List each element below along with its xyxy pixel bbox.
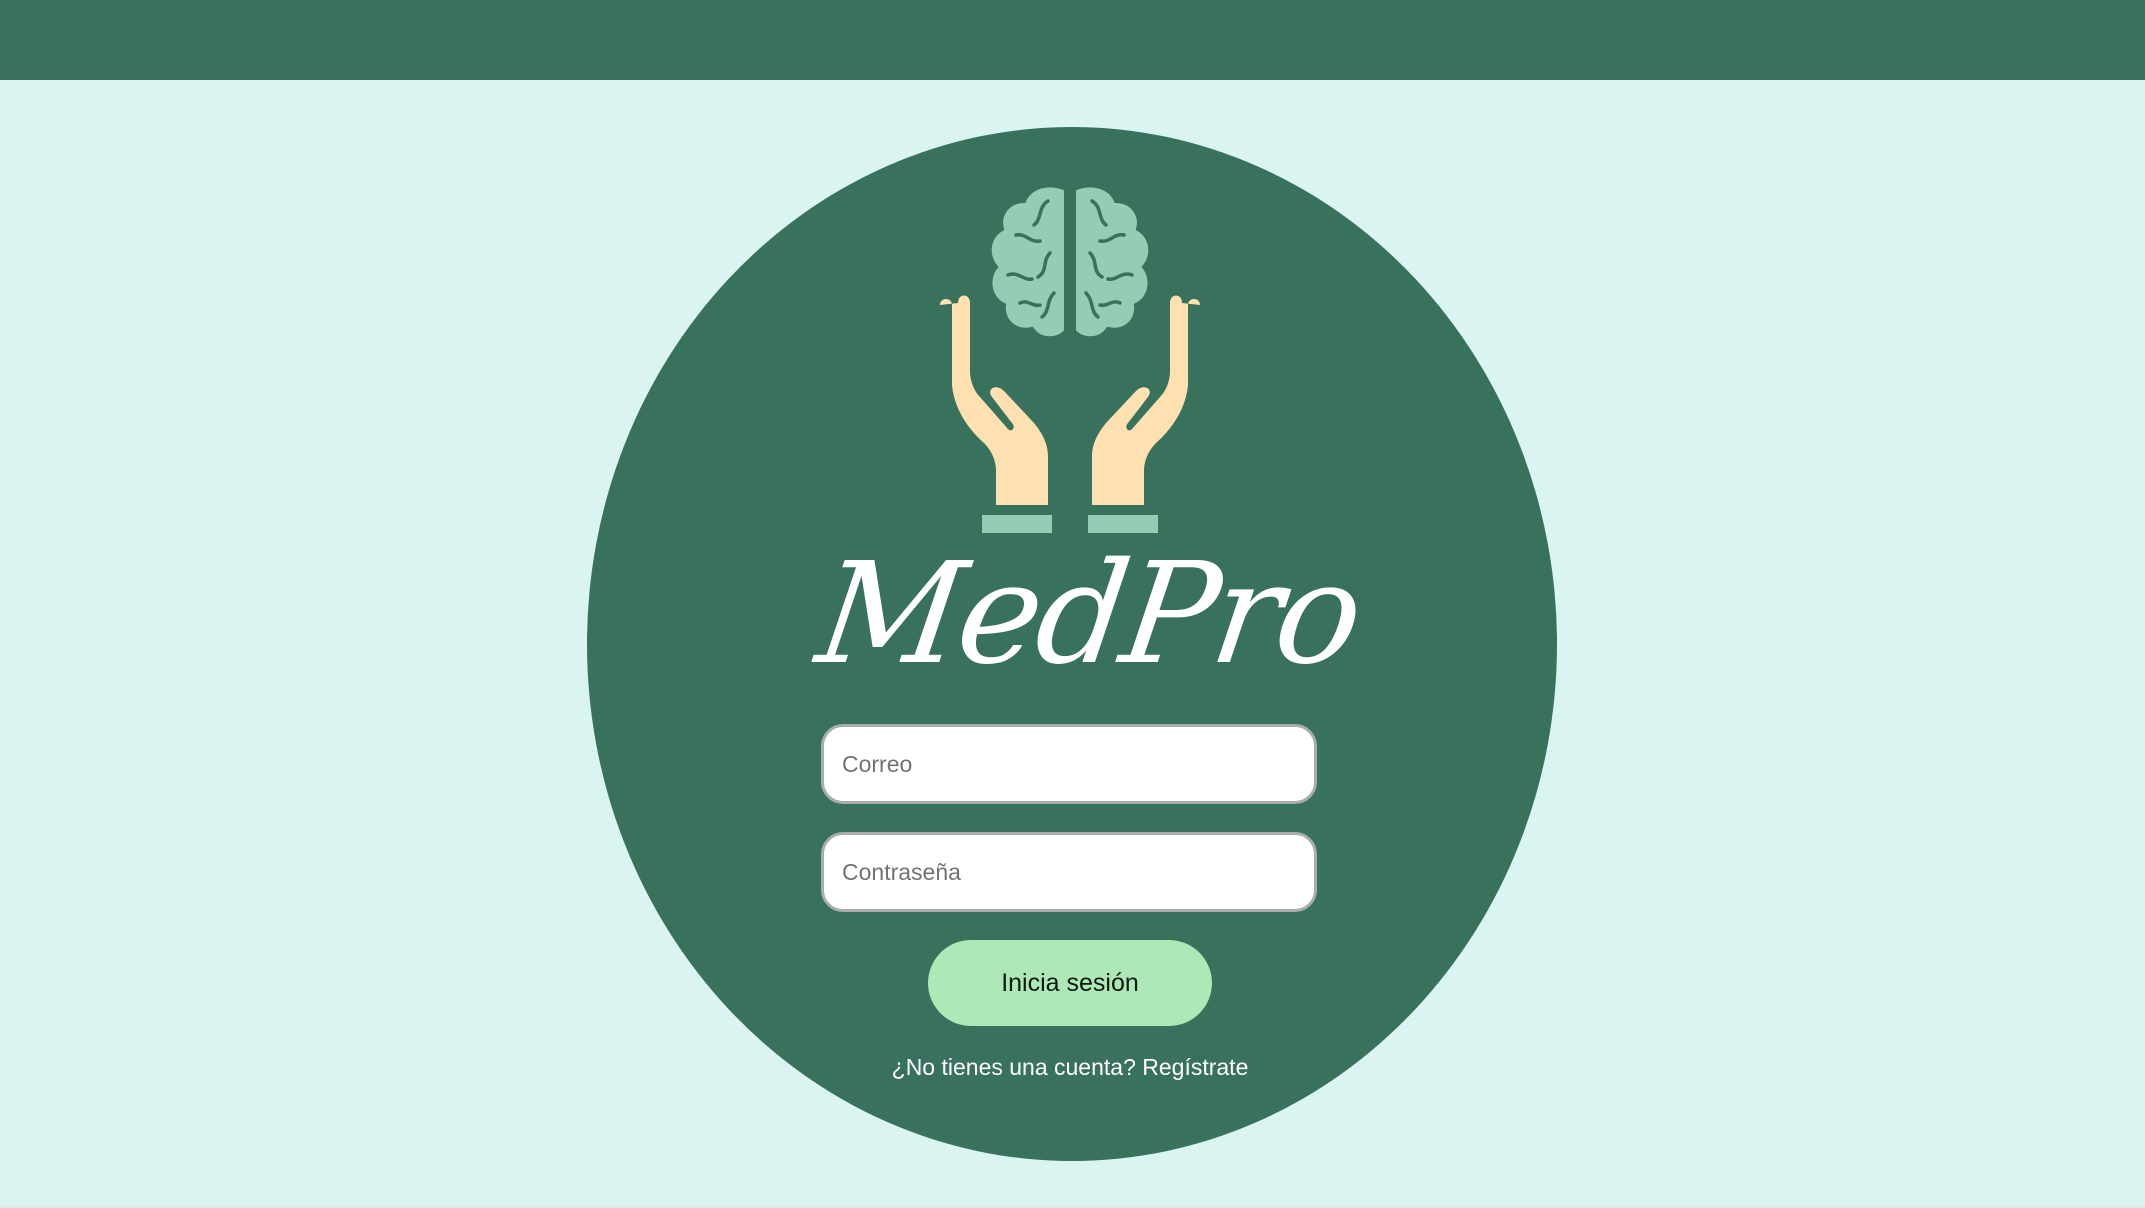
email-field[interactable] (821, 724, 1317, 804)
brand-title: MedPro (808, 533, 1369, 696)
register-prompt: ¿No tienes una cuenta? Regístrate (820, 1050, 1320, 1084)
password-field[interactable] (821, 832, 1317, 912)
register-prompt-text: ¿No tienes una cuenta? (891, 1054, 1136, 1080)
brain-in-hands-icon (940, 183, 1200, 533)
login-button[interactable]: Inicia sesión (928, 940, 1212, 1026)
register-link[interactable]: Regístrate (1142, 1054, 1248, 1080)
top-header-bar (0, 0, 2145, 80)
